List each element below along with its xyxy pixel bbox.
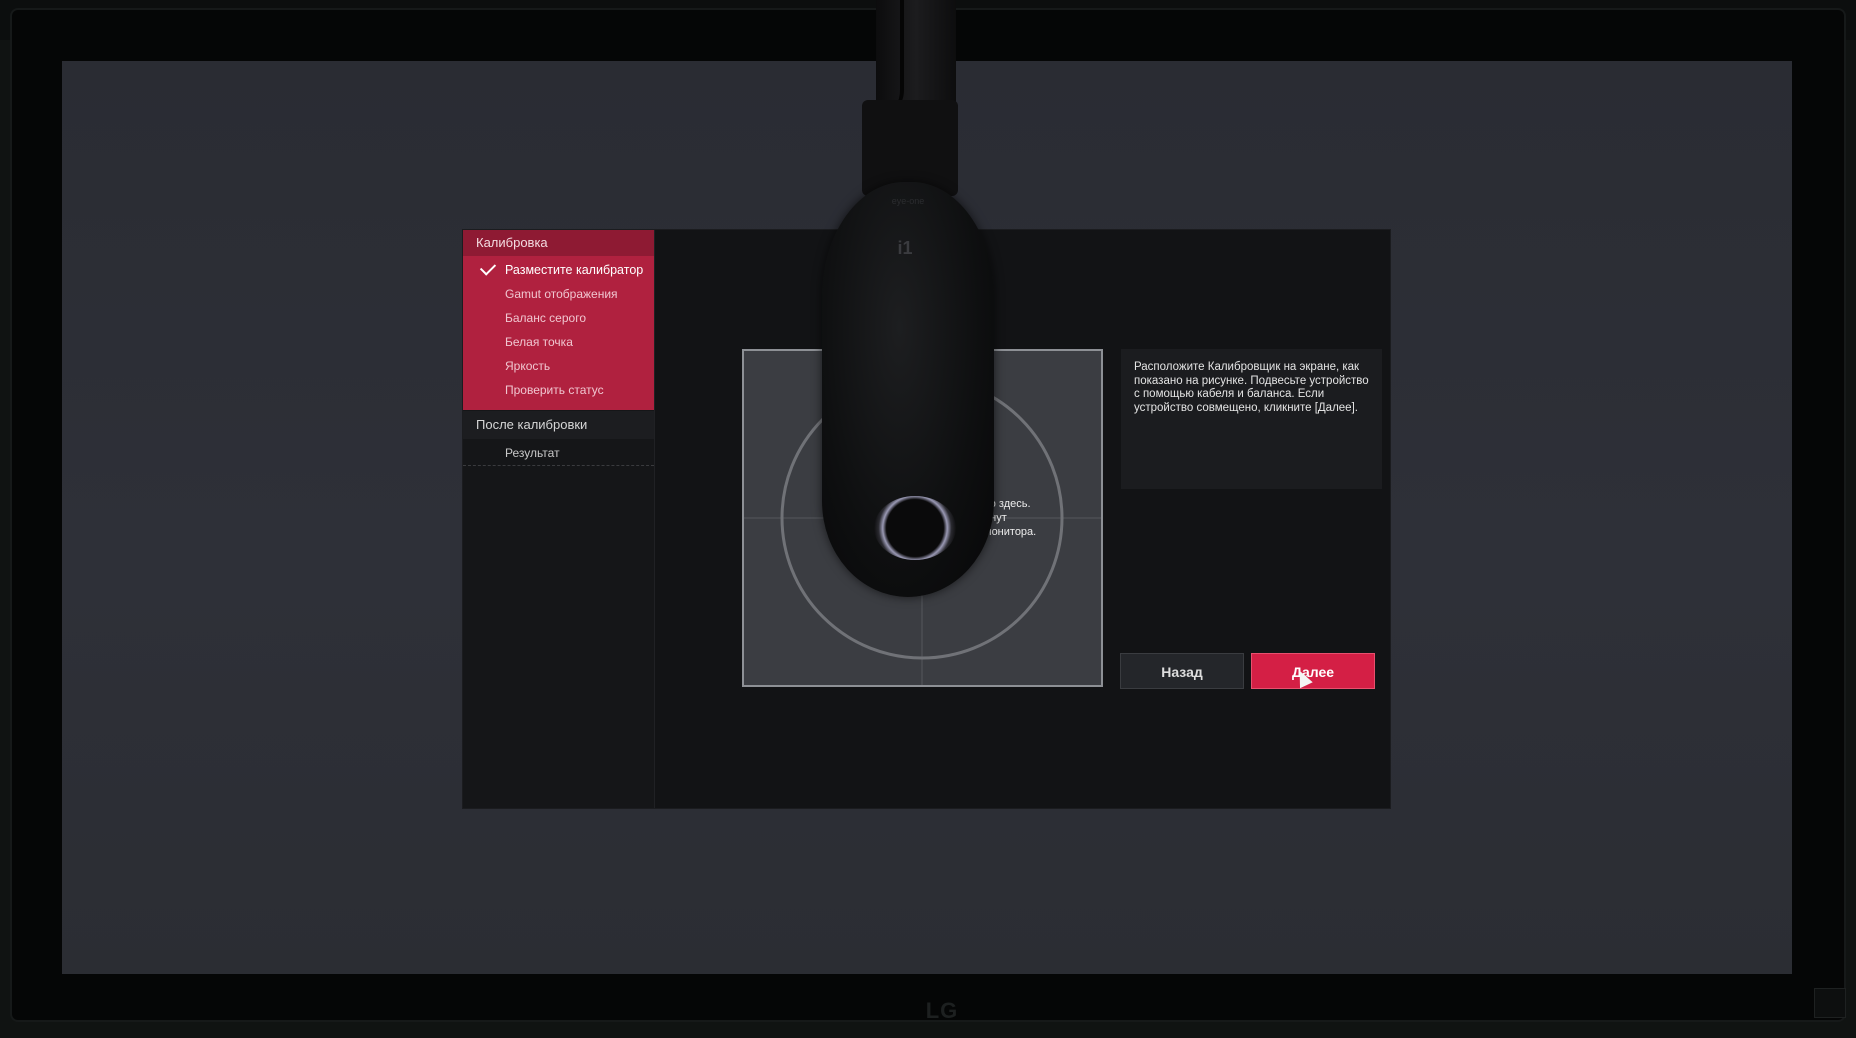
calibration-section-header[interactable]: Калибровка: [463, 230, 654, 256]
device-badge: i1: [897, 238, 913, 258]
step-display-gamut[interactable]: Gamut отображения: [463, 282, 654, 306]
step-brightness[interactable]: Яркость: [463, 354, 654, 378]
after-calibration-header[interactable]: После калибровки: [463, 411, 654, 439]
calibration-section: Калибровка Разместите калибратор Gamut о…: [463, 230, 654, 410]
energy-sticker: [1814, 988, 1846, 1018]
step-label: Белая точка: [505, 335, 573, 349]
back-button[interactable]: Назад: [1120, 653, 1244, 689]
calibrator-lens: [874, 496, 956, 560]
instruction-panel: Расположите Калибровщик на экране, как п…: [1121, 349, 1382, 489]
sidebar-item-result[interactable]: Результат: [463, 440, 654, 466]
monitor-brand-logo: LG: [925, 998, 959, 1023]
step-label: Проверить статус: [505, 383, 604, 397]
check-icon: [479, 259, 497, 276]
step-check-status[interactable]: Проверить статус: [463, 378, 654, 402]
step-white-point[interactable]: Белая точка: [463, 330, 654, 354]
next-button[interactable]: Далее: [1251, 653, 1375, 689]
step-label: Gamut отображения: [505, 287, 618, 301]
diagram-instruction-note: во здесь. инут монитора.: [984, 498, 1037, 538]
step-label: Баланс серого: [505, 311, 586, 325]
step-label: Разместите калибратор: [505, 263, 644, 277]
device-logo: eye-one: [891, 196, 925, 206]
step-gray-balance[interactable]: Баланс серого: [463, 306, 654, 330]
step-label: Яркость: [505, 359, 551, 373]
step-place-calibrator[interactable]: Разместите калибратор: [463, 258, 654, 282]
sidebar: Калибровка Разместите калибратор Gamut о…: [463, 230, 655, 808]
